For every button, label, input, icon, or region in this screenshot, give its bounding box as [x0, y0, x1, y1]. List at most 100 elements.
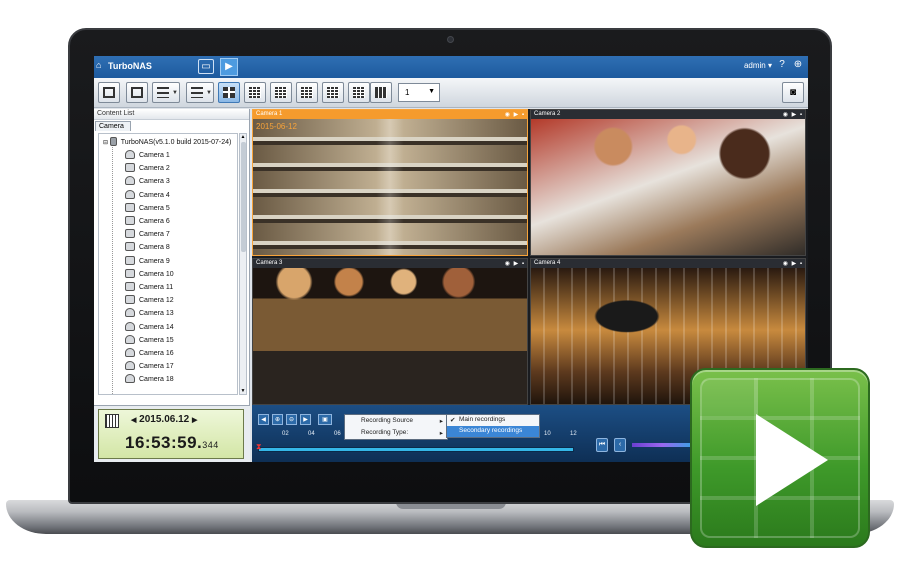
time-value: 16:53:59. — [125, 433, 203, 452]
layout-4-button[interactable] — [218, 82, 240, 103]
rewind-button[interactable]: ◀ — [258, 414, 269, 425]
camera-list-item[interactable]: Camera 9 — [125, 255, 170, 265]
video-tile-3[interactable]: Camera 3 ◉ ▶ ▪ — [252, 258, 528, 405]
skip-back-button[interactable]: ⏮ — [596, 438, 608, 452]
camera-list-item[interactable]: Camera 6 — [125, 216, 170, 225]
timeline-tick: 12 — [570, 431, 577, 437]
layout-16-button[interactable] — [348, 82, 370, 103]
submenu-item-secondary-recordings[interactable]: Secondary recordings — [447, 426, 539, 437]
camera-icon — [125, 202, 135, 212]
recording-source-button[interactable]: ▣ — [318, 414, 332, 425]
submenu-item-label: Main recordings — [459, 416, 506, 423]
camera-list-item[interactable]: Camera 7 — [125, 229, 170, 239]
layout-8-button[interactable] — [270, 82, 292, 103]
camera-list-label: Camera 3 — [139, 178, 170, 186]
tree-root-nas[interactable]: ⊟ TurboNAS(v5.1.0 build 2015-07-24) — [103, 137, 231, 146]
camera-list-item[interactable]: Camera 10 — [125, 268, 174, 278]
calendar-icon[interactable] — [105, 414, 119, 428]
video-tile-controls[interactable]: ◉ ▶ ▪ — [505, 111, 525, 118]
video-tile-2[interactable]: Camera 2 ◉ ▶ ▪ — [530, 109, 806, 256]
layout-6-button[interactable] — [244, 82, 266, 103]
tree-scrollbar[interactable]: ▲ ▼ — [239, 133, 247, 395]
fullscreen-button[interactable] — [98, 82, 120, 103]
camera-list-item[interactable]: Camera 11 — [125, 282, 173, 291]
menu-item-label: Recording Source — [361, 417, 414, 424]
video-tile-header: Camera 1 ◉ ▶ ▪ — [253, 110, 527, 119]
dual-view-icon — [157, 87, 169, 98]
camera-list-item[interactable]: Camera 1 — [125, 150, 170, 159]
camera-list-label: Camera 16 — [139, 350, 174, 357]
playback-mode-icon[interactable]: ▶ — [220, 58, 238, 76]
forward-icon: ▶ — [303, 417, 308, 423]
nas-server-icon — [109, 137, 117, 146]
submenu-item-main-recordings[interactable]: ✔ Main recordings — [447, 415, 539, 426]
app-title: TurboNAS — [108, 61, 152, 71]
playback-speed-slider[interactable] — [632, 443, 692, 447]
camera-list-label: Camera 7 — [139, 231, 170, 239]
slow-down-button[interactable]: ‹ — [614, 438, 626, 452]
video-tile-controls[interactable]: ◉ ▶ ▪ — [505, 260, 525, 267]
next-day-button[interactable]: ▶ — [192, 417, 197, 424]
camera-icon — [125, 150, 135, 159]
scroll-down-icon[interactable]: ▼ — [240, 388, 246, 394]
camera-list-item[interactable]: Camera 15 — [125, 334, 174, 344]
layout-3-dropdown[interactable]: ▼ — [186, 82, 214, 103]
scroll-up-icon[interactable]: ▲ — [240, 134, 246, 140]
timeline-cursor-icon[interactable]: ⧗ — [256, 443, 262, 453]
webcam-icon — [447, 36, 454, 43]
user-menu[interactable]: admin ▾ — [744, 61, 772, 70]
camera-list-item[interactable]: Camera 18 — [125, 374, 174, 384]
video-tile-controls[interactable]: ◉ ▶ ▪ — [783, 260, 803, 267]
scroll-thumb[interactable] — [241, 142, 246, 252]
recording-timeline[interactable] — [258, 447, 574, 452]
camera-list-item[interactable]: Camera 16 — [125, 348, 174, 357]
date-value: 2015.06.12 — [139, 414, 190, 425]
page-select[interactable]: 1 ▼ — [398, 83, 440, 102]
snapshot-button[interactable]: ◙ — [782, 82, 804, 103]
checkmark-icon: ✔ — [450, 417, 456, 424]
zoom-in-button[interactable]: ⊕ — [272, 414, 283, 425]
camera-list-item[interactable]: Camera 8 — [125, 242, 170, 252]
camera-icon — [125, 176, 135, 186]
layout-12-button[interactable] — [322, 82, 344, 103]
camera-list-item[interactable]: Camera 14 — [125, 321, 174, 331]
tab-camera[interactable]: Camera — [95, 121, 131, 131]
tree-connector — [112, 144, 113, 394]
camera-list-item[interactable]: Camera 2 — [125, 163, 170, 173]
video-grid: Camera 1 ◉ ▶ ▪ 2015-06-12 Camera 2 ◉ ▶ ▪ C… — [252, 109, 808, 405]
help-icon[interactable]: ? — [776, 59, 788, 73]
camera-list-label: Camera 2 — [139, 165, 170, 173]
layout-1-button[interactable] — [126, 82, 148, 103]
play-button-overlay[interactable] — [690, 368, 870, 548]
camera-list-item[interactable]: Camera 4 — [125, 189, 170, 199]
camera-list-item[interactable]: Camera 3 — [125, 176, 170, 186]
video-tile-label: Camera 2 — [534, 111, 561, 117]
prev-day-button[interactable]: ◀ — [131, 417, 136, 424]
layout-9-button[interactable] — [296, 82, 318, 103]
camera-icon — [125, 361, 135, 371]
zoom-out-button[interactable]: ⊖ — [286, 414, 297, 425]
camera-list-label: Camera 5 — [139, 204, 170, 212]
layout-sequence-button[interactable] — [370, 82, 392, 103]
camera-list-item[interactable]: Camera 12 — [125, 295, 174, 305]
playback-clock-display: ◀ 2015.06.12 ▶ 16:53:59.344 — [98, 409, 244, 459]
camera-list-item[interactable]: Camera 17 — [125, 361, 174, 371]
camera-icon — [125, 348, 135, 357]
timeline-tick: 02 — [282, 431, 289, 437]
video-tile-1[interactable]: Camera 1 ◉ ▶ ▪ 2015-06-12 — [252, 109, 528, 256]
layout-2-dropdown[interactable]: ▼ — [152, 82, 180, 103]
home-icon[interactable]: ⌂ — [96, 60, 101, 70]
monitor-mode-icon[interactable]: ▭ — [198, 59, 214, 74]
forward-button[interactable]: ▶ — [300, 414, 311, 425]
playback-time: 16:53:59.344 — [125, 433, 219, 453]
language-globe-icon[interactable]: ⊕ — [792, 59, 804, 73]
fullscreen-icon — [103, 87, 115, 98]
menu-item-recording-type[interactable]: Recording Type: ▸ — [345, 427, 447, 439]
camera-list-item[interactable]: Camera 5 — [125, 202, 170, 212]
camera-list-label: Camera 4 — [139, 191, 170, 199]
menu-item-recording-source[interactable]: Recording Source ▸ — [345, 415, 447, 427]
context-menu: Recording Source ▸ Recording Type: ▸ — [344, 414, 448, 440]
video-tile-controls[interactable]: ◉ ▶ ▪ — [783, 111, 803, 118]
camera-list-item[interactable]: Camera 13 — [125, 308, 174, 318]
camera-list-label: Camera 8 — [139, 244, 170, 252]
